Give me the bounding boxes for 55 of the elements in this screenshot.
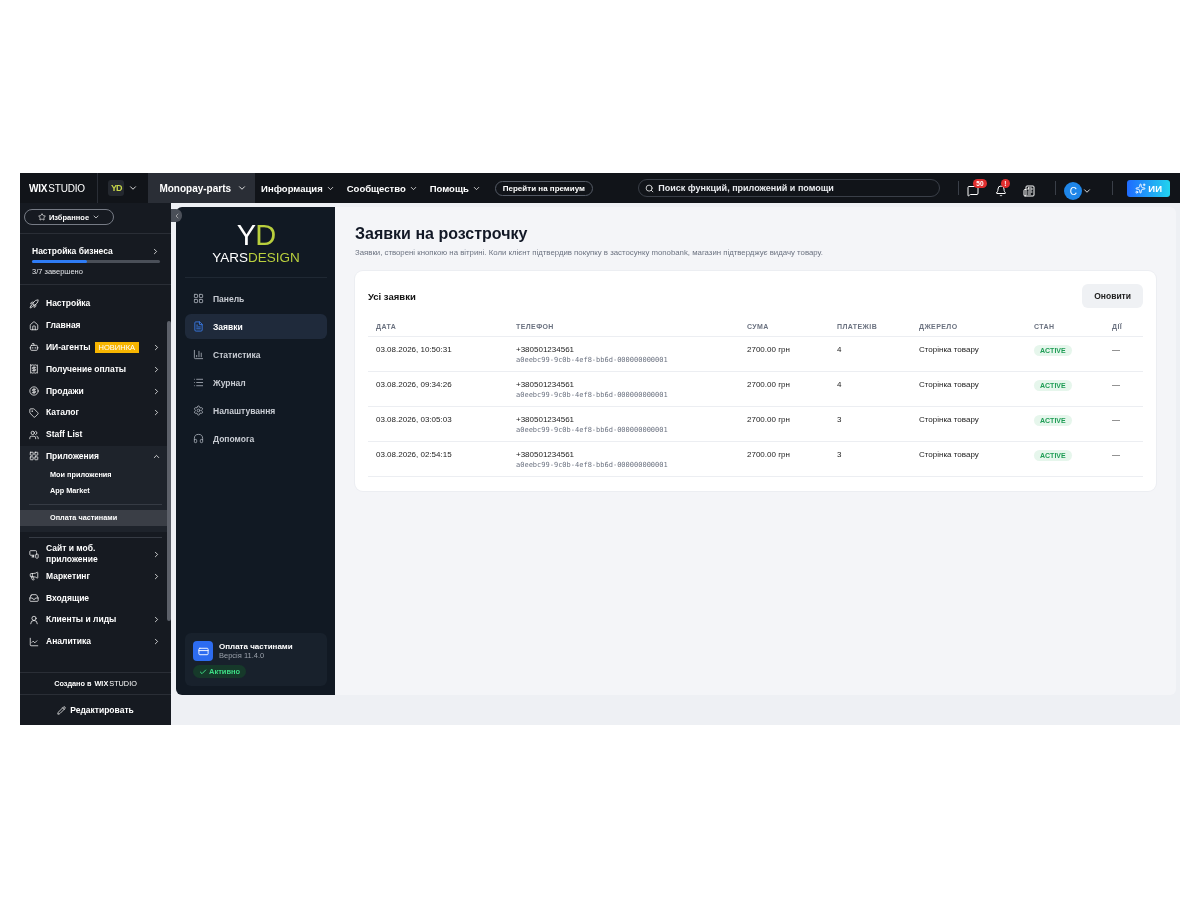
phone-cell: +380501234561 — [516, 450, 575, 459]
sidebar-item[interactable]: Staff List — [20, 423, 171, 446]
yarsdesign-logo: YD YARSDESIGN — [185, 221, 327, 278]
page-title: Заявки на розстрочку — [355, 225, 529, 243]
payments-cell: 4 — [837, 345, 842, 354]
nav-item[interactable]: Журнал — [185, 370, 327, 395]
avatar: C — [1064, 182, 1083, 200]
phone-cell: +380501234561 — [516, 415, 575, 424]
nav-item[interactable]: Панель — [185, 286, 327, 311]
actions-cell: — — [1112, 380, 1120, 389]
actions-cell: — — [1112, 450, 1120, 459]
date-cell: 03.08.2026, 02:54:15 — [376, 450, 452, 459]
sum-cell: 2700.00 грн — [747, 415, 790, 424]
card-title: Усі заявки — [368, 290, 416, 302]
phone-cell: +380501234561 — [516, 380, 575, 389]
sidebar-item[interactable]: Настройка — [20, 293, 171, 315]
sidebar-item[interactable]: Маркетинг — [20, 565, 171, 588]
sidebar-item[interactable]: Главная — [20, 314, 171, 337]
phone-cell: +380501234561 — [516, 345, 575, 354]
date-cell: 03.08.2026, 10:50:31 — [376, 345, 452, 354]
top-menu[interactable]: Информация — [255, 182, 341, 194]
sum-cell: 2700.00 грн — [747, 450, 790, 459]
source-cell: Сторінка товару — [919, 345, 979, 354]
payments-cell: 3 — [837, 415, 842, 424]
top-menu[interactable]: Помощь — [423, 182, 487, 194]
sidebar-item[interactable]: Входящие — [20, 587, 171, 610]
sidebar-item[interactable]: Сайт и моб. приложение — [20, 543, 171, 566]
sidebar-item[interactable]: Аналитика — [20, 630, 171, 653]
date-cell: 03.08.2026, 09:34:26 — [376, 380, 452, 389]
refresh-button[interactable]: Оновити — [1082, 284, 1143, 308]
app-name: Оплата частинами — [219, 642, 293, 651]
sidebar-item[interactable]: Получение оплаты — [20, 358, 171, 381]
business-setup-link[interactable]: Настройка бизнеса — [32, 246, 160, 256]
nav-item[interactable]: Заявки — [185, 314, 327, 339]
source-cell: Сторінка товару — [919, 450, 979, 459]
source-cell: Сторінка товару — [919, 380, 979, 389]
nav-item[interactable]: Статистика — [185, 342, 327, 367]
top-menu[interactable]: Сообщество — [340, 182, 424, 194]
nav-item[interactable]: Налаштування — [185, 398, 327, 423]
actions-cell: — — [1112, 415, 1120, 424]
site-logo: YD — [107, 180, 125, 196]
source-cell: Сторінка товару — [919, 415, 979, 424]
payments-cell: 4 — [837, 380, 842, 389]
sum-cell: 2700.00 грн — [747, 380, 790, 389]
sidebar-item[interactable]: Продажи — [20, 380, 171, 402]
sidebar-item[interactable]: Клиенты и лиды — [20, 609, 171, 631]
edit-button[interactable]: Редактировать — [20, 694, 171, 725]
sum-cell: 2700.00 грн — [747, 345, 790, 354]
payments-cell: 3 — [837, 450, 842, 459]
site-name-menu[interactable]: Monopay-parts — [149, 173, 256, 203]
sidebar-item[interactable]: Каталог — [20, 402, 171, 424]
date-cell: 03.08.2026, 03:05:03 — [376, 415, 452, 424]
account-menu[interactable]: C — [1064, 176, 1101, 200]
nav-item[interactable]: Допомога — [185, 426, 327, 451]
actions-cell: — — [1112, 345, 1120, 354]
